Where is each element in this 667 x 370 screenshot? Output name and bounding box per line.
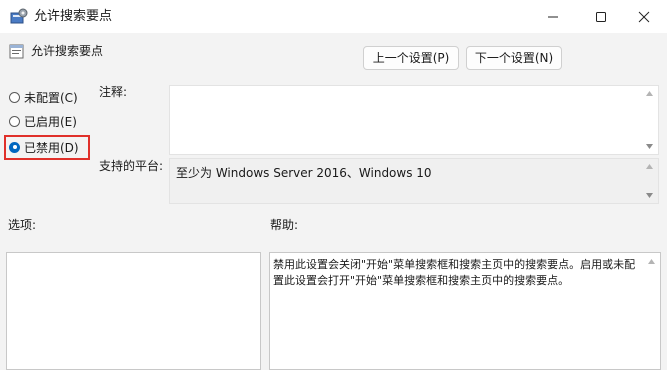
close-button[interactable] <box>621 0 667 33</box>
radio-not-configured[interactable]: 未配置(C) <box>9 88 78 106</box>
minimize-button[interactable] <box>530 0 576 33</box>
scroll-down-icon[interactable] <box>645 142 654 151</box>
scroll-up-icon[interactable] <box>647 257 656 266</box>
platform-value: 至少为 Windows Server 2016、Windows 10 <box>176 166 432 180</box>
minimize-icon <box>548 16 558 17</box>
scroll-up-icon[interactable] <box>645 89 654 98</box>
radio-button-selected[interactable] <box>9 141 20 153</box>
comment-label: 注释: <box>99 85 128 99</box>
setting-icon <box>9 44 24 59</box>
policy-editor-icon <box>10 8 28 25</box>
options-panel <box>6 252 261 370</box>
platform-label: 支持的平台: <box>99 159 164 173</box>
radio-label: 未配置(C) <box>24 90 78 105</box>
scroll-down-icon[interactable] <box>645 191 654 200</box>
radio-button[interactable] <box>9 91 20 103</box>
previous-setting-button[interactable]: 上一个设置(P) <box>363 46 459 70</box>
radio-label: 已启用(E) <box>24 114 77 129</box>
scroll-up-icon[interactable] <box>645 162 654 171</box>
title-bar[interactable]: 允许搜索要点 <box>0 0 667 33</box>
help-text: 禁用此设置会关闭"开始"菜单搜索框和搜索主页中的搜索要点。启用或未配置此设置会打… <box>273 258 636 287</box>
window-title: 允许搜索要点 <box>34 9 113 24</box>
maximize-icon <box>596 11 606 22</box>
close-icon <box>638 11 650 22</box>
radio-disabled[interactable]: 已禁用(D) <box>9 138 79 156</box>
help-panel: 禁用此设置会关闭"开始"菜单搜索框和搜索主页中的搜索要点。启用或未配置此设置会打… <box>269 252 661 370</box>
radio-enabled[interactable]: 已启用(E) <box>9 112 77 130</box>
policy-dialog: 允许搜索要点 允许搜索要点 上一个设置(P) 下一个设置(N) 未配置(C) 已… <box>0 0 667 370</box>
setting-name: 允许搜索要点 <box>31 44 104 58</box>
platform-field: 至少为 Windows Server 2016、Windows 10 <box>169 158 659 204</box>
help-label: 帮助: <box>270 218 299 232</box>
radio-label: 已禁用(D) <box>24 140 79 155</box>
comment-textarea[interactable] <box>169 85 659 155</box>
next-setting-button[interactable]: 下一个设置(N) <box>466 46 562 70</box>
maximize-button[interactable] <box>578 0 624 33</box>
radio-button[interactable] <box>9 115 20 127</box>
options-label: 选项: <box>8 218 37 232</box>
